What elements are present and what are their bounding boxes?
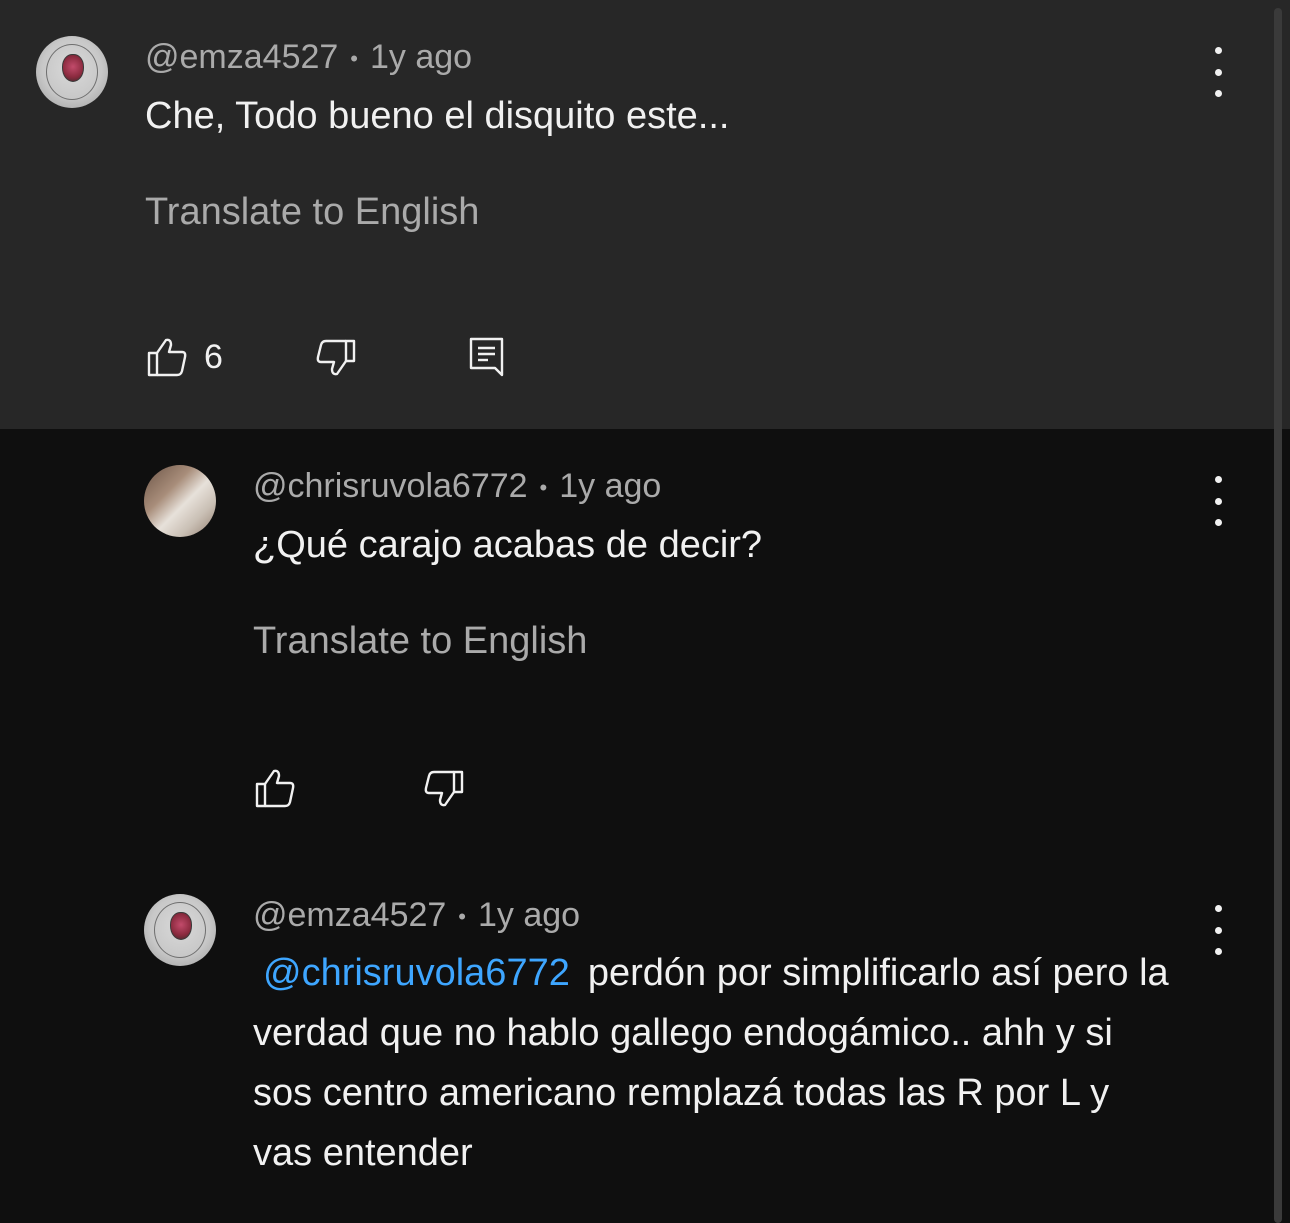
reply-button[interactable] [466, 335, 510, 379]
more-vertical-icon-dot [1214, 476, 1222, 483]
thumbs-down-icon [424, 770, 464, 807]
more-vertical-icon-dot [1214, 948, 1222, 955]
avatar-drawing [170, 912, 192, 940]
dislike-button[interactable] [422, 766, 466, 810]
comment-meta: @emza4527 • 1y ago [253, 895, 580, 937]
more-vertical-icon-dot [1214, 47, 1222, 54]
comment-time[interactable]: 1y ago [370, 38, 472, 76]
scrollbar[interactable] [1274, 8, 1282, 1223]
mention-link[interactable]: @chrisruvola6772 [253, 952, 588, 994]
avatar-drawing [62, 54, 84, 82]
thumbs-down-icon [316, 339, 356, 376]
like-button[interactable] [253, 766, 297, 810]
more-actions-button[interactable] [1203, 476, 1233, 526]
like-count: 6 [204, 338, 223, 376]
thumbs-up-icon [255, 769, 295, 808]
more-actions-button[interactable] [1203, 47, 1233, 97]
avatar[interactable] [36, 36, 108, 108]
thumbs-up-icon [147, 338, 187, 377]
translate-button[interactable]: Translate to English [253, 619, 587, 663]
like-button[interactable] [145, 335, 189, 379]
highlighted-comment: @emza4527 • 1y ago Che, Todo bueno el disq… [0, 0, 1290, 429]
more-vertical-icon-dot [1214, 905, 1222, 912]
comment-text: ¿Qué carajo acabas de decir? [253, 524, 763, 566]
avatar[interactable] [144, 465, 216, 537]
comment-text: @chrisruvola6772 perdón por simplificarlo… [253, 943, 1178, 1183]
meta-separator: • [458, 904, 466, 930]
more-vertical-icon-dot [1214, 68, 1222, 76]
dislike-button[interactable] [314, 335, 358, 379]
comment-meta: @chrisruvola6772 • 1y ago [253, 466, 661, 508]
avatar[interactable] [144, 894, 216, 966]
meta-separator: • [350, 46, 358, 72]
translate-button[interactable]: Translate to English [145, 190, 479, 234]
comment-time[interactable]: 1y ago [559, 467, 661, 505]
comment-meta: @emza4527 • 1y ago [145, 37, 472, 79]
more-vertical-icon-dot [1214, 90, 1222, 97]
reply-comment-icon [469, 337, 504, 377]
more-actions-button[interactable] [1203, 905, 1233, 955]
comment-author[interactable]: @emza4527 [145, 38, 338, 76]
more-vertical-icon-dot [1214, 519, 1222, 526]
more-vertical-icon-dot [1214, 926, 1222, 934]
comment-time[interactable]: 1y ago [478, 896, 580, 934]
meta-separator: • [539, 475, 548, 501]
more-vertical-icon-dot [1214, 497, 1222, 505]
comment-text: Che, Todo bueno el disquito este... [145, 95, 730, 137]
comment-author[interactable]: @chrisruvola6772 [253, 467, 528, 505]
comments-page: @emza4527 • 1y ago Che, Todo bueno el disq… [0, 0, 1290, 1223]
comment-author[interactable]: @emza4527 [253, 896, 446, 934]
